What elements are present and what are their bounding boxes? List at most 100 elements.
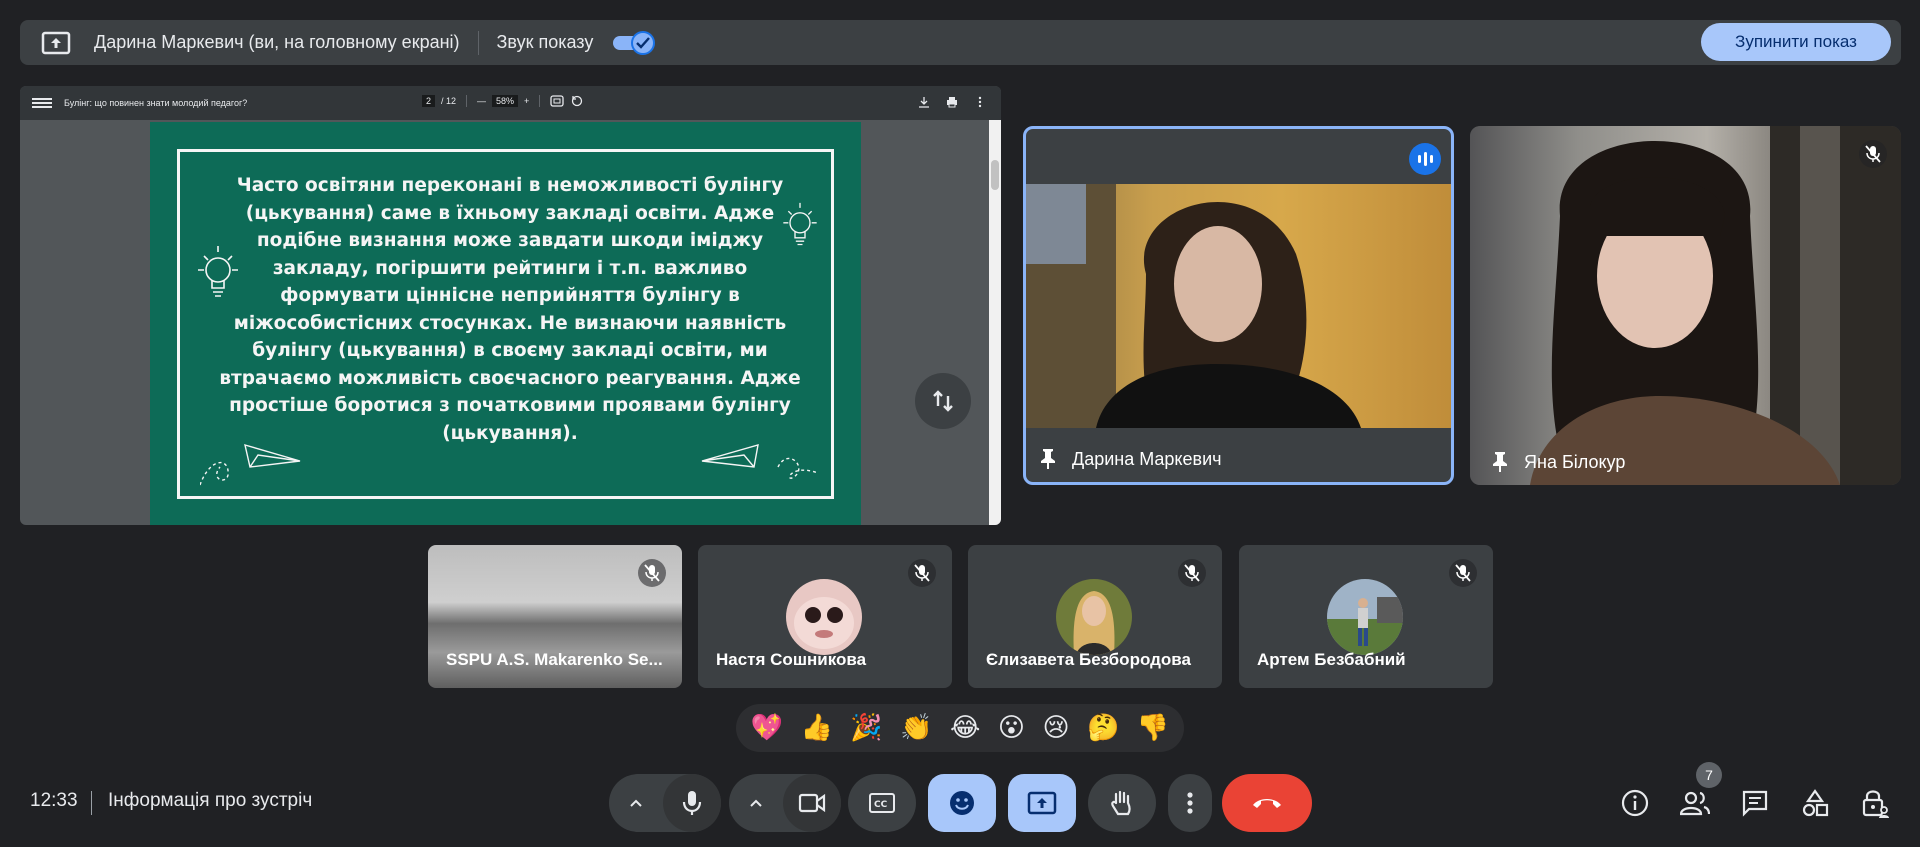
print-icon[interactable] — [945, 95, 959, 109]
swap-vert-icon — [933, 390, 953, 412]
zoom-input[interactable]: 58% — [492, 95, 519, 107]
reaction-thinking[interactable]: 🤔 — [1087, 713, 1119, 743]
reaction-heart[interactable]: 💖 — [751, 713, 783, 743]
avatar — [1327, 579, 1403, 655]
closed-caption-icon: CC — [869, 793, 895, 813]
presentation-slide: Часто освітяни переконані в неможливості… — [150, 122, 861, 525]
pin-icon[interactable] — [1040, 448, 1056, 470]
chevron-up-icon — [750, 799, 762, 807]
participant-tile-sspu[interactable]: SSPU A.S. Makarenko Se... — [428, 545, 682, 688]
menu-icon[interactable] — [32, 95, 52, 111]
participant-name: Настя Сошникова — [716, 650, 867, 669]
reaction-thumbs-down[interactable]: 👎 — [1137, 713, 1169, 743]
reactions-button[interactable] — [928, 774, 996, 832]
fit-page-icon[interactable] — [550, 94, 564, 108]
rotate-icon[interactable] — [570, 94, 584, 108]
participant-video — [1470, 126, 1901, 485]
presenting-bar: Дарина Маркевич (ви, на головному екрані… — [20, 20, 1901, 65]
shared-screen: Булінг: що повинен знати молодий педагог… — [20, 86, 1001, 525]
camera-control-group — [729, 774, 841, 832]
mic-off-icon — [1859, 140, 1887, 168]
avatar — [1056, 579, 1132, 655]
mic-button[interactable] — [663, 774, 721, 832]
reactions-bar: 💖 👍 🎉 👏 😂 😮 😢 🤔 👎 — [736, 704, 1184, 752]
present-to-all-icon — [1027, 791, 1057, 815]
mic-options-button[interactable] — [609, 798, 663, 808]
reaction-surprised[interactable]: 😮 — [998, 713, 1025, 743]
page-total: / 12 — [441, 96, 457, 106]
participant-name: Яна Білокур — [1524, 451, 1626, 472]
lock-person-icon — [1862, 790, 1889, 818]
more-vert-icon — [1187, 792, 1193, 814]
more-vert-icon[interactable] — [973, 95, 987, 109]
call-end-icon — [1253, 799, 1281, 808]
info-icon — [1621, 789, 1649, 817]
shapes-icon — [1802, 789, 1829, 817]
avatar — [786, 579, 862, 655]
mic-off-icon — [638, 559, 666, 587]
people-icon — [1680, 791, 1710, 816]
presenter-text: Дарина Маркевич (ви, на головному екрані… — [94, 32, 460, 52]
share-audio-label: Звук показу — [496, 32, 594, 52]
download-icon[interactable] — [917, 95, 931, 109]
activities-button[interactable] — [1799, 787, 1831, 819]
participant-tile-yana[interactable]: Яна Білокур — [1470, 126, 1901, 485]
participant-name: SSPU A.S. Makarenko Se... — [446, 650, 663, 669]
participant-video — [1026, 184, 1451, 428]
participant-tile-nastia[interactable]: Настя Сошникова — [698, 545, 952, 688]
divider — [91, 791, 92, 815]
check-icon — [631, 30, 656, 55]
speaking-indicator-icon — [1409, 143, 1441, 175]
participant-name: Дарина Маркевич — [1072, 448, 1222, 469]
present-button[interactable] — [1008, 774, 1076, 832]
pin-icon[interactable] — [1492, 451, 1508, 473]
videocam-icon — [798, 793, 826, 813]
page-number-input[interactable]: 2 — [422, 95, 436, 107]
emoji-icon — [950, 791, 974, 815]
people-button[interactable] — [1679, 787, 1711, 819]
participant-tile-darina[interactable]: Дарина Маркевич — [1023, 126, 1454, 485]
share-audio-toggle[interactable] — [611, 30, 657, 56]
zoom-out-button[interactable]: — — [477, 96, 486, 106]
camera-options-button[interactable] — [729, 798, 783, 808]
chat-button[interactable] — [1739, 787, 1771, 819]
paper-plane-icon — [200, 443, 301, 486]
meeting-info-button[interactable] — [1619, 787, 1651, 819]
divider — [477, 30, 479, 55]
reaction-clap[interactable]: 👏 — [900, 713, 932, 743]
mic-control-group — [609, 774, 721, 832]
reaction-laugh[interactable]: 😂 — [950, 713, 980, 743]
swap-layout-button[interactable] — [915, 373, 971, 429]
zoom-in-button[interactable]: + — [524, 96, 529, 106]
pdf-title: Булінг: що повинен знати молодий педагог… — [64, 98, 248, 108]
chat-icon — [1742, 790, 1768, 817]
captions-button[interactable]: CC — [848, 774, 916, 832]
clock: 12:33 — [30, 790, 78, 811]
host-controls-button[interactable] — [1859, 787, 1891, 819]
camera-button[interactable] — [783, 774, 841, 832]
meeting-details-link[interactable]: Інформація про зустріч — [108, 790, 312, 812]
participant-name: Артем Безбабний — [1257, 650, 1406, 669]
raise-hand-button[interactable] — [1088, 774, 1156, 832]
mic-off-icon — [1449, 559, 1477, 587]
stop-presenting-button[interactable]: Зупинити показ — [1701, 23, 1891, 61]
reaction-thumbs-up[interactable]: 👍 — [801, 713, 833, 743]
lightbulb-icon — [198, 246, 238, 297]
reaction-party[interactable]: 🎉 — [850, 713, 882, 743]
participant-count-badge: 7 — [1696, 762, 1722, 788]
chevron-up-icon — [630, 799, 642, 807]
slide-text: Часто освітяни переконані в неможливості… — [219, 175, 801, 444]
participant-name: Єлизавета Безбородова — [986, 650, 1191, 669]
participant-tile-elyzaveta[interactable]: Єлизавета Безбородова — [968, 545, 1222, 688]
reaction-sad[interactable]: 😢 — [1042, 713, 1069, 743]
lightbulb-icon — [783, 202, 817, 246]
pdf-scrollbar[interactable] — [989, 120, 1001, 525]
mic-off-icon — [908, 559, 936, 587]
hand-icon — [1111, 790, 1131, 816]
participant-tile-artem[interactable]: Артем Безбабний — [1239, 545, 1493, 688]
leave-call-button[interactable] — [1222, 774, 1312, 832]
more-options-button[interactable] — [1168, 774, 1212, 832]
mic-off-icon — [1178, 559, 1206, 587]
pdf-toolbar: Булінг: що повинен знати молодий педагог… — [20, 86, 1001, 120]
present-screen-icon — [40, 30, 72, 56]
